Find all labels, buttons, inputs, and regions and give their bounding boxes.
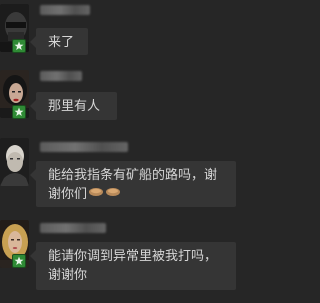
sender-name-blurred — [40, 5, 90, 15]
sender-name-blurred — [40, 142, 128, 152]
sender-name-blurred — [40, 223, 106, 233]
message-text: 能请你调到异常里被我打吗，谢谢你 — [48, 249, 218, 283]
message-text: 来了 — [48, 35, 75, 50]
star-badge-icon — [12, 39, 26, 53]
avatar[interactable] — [0, 138, 29, 186]
chat-message: 那里有人 — [0, 62, 251, 128]
star-badge-icon — [12, 254, 26, 268]
chat-message: 能请你调到异常里被我打吗，谢谢你 — [0, 218, 251, 303]
star-badge-icon — [12, 105, 26, 119]
sender-name-blurred — [40, 71, 82, 81]
message-bubble: 能给我指条有矿船的路吗，谢谢你们 — [30, 161, 236, 207]
chat-message: 能给我指条有矿船的路吗，谢谢你们 — [0, 128, 251, 218]
chat-message: 来了 — [0, 0, 251, 62]
folded-hands-icon — [88, 185, 122, 204]
message-text: 能给我指条有矿船的路吗，谢谢你们 — [48, 168, 218, 202]
message-bubble: 能请你调到异常里被我打吗，谢谢你 — [30, 242, 236, 290]
message-bubble: 那里有人 — [30, 92, 117, 120]
chat-panel: 来了 那里有人 能给我指条有矿船的路吗，谢谢你们 能请你调到异常里被我打吗，谢谢… — [0, 0, 251, 303]
message-bubble: 来了 — [30, 28, 88, 55]
message-text: 那里有人 — [48, 99, 101, 114]
